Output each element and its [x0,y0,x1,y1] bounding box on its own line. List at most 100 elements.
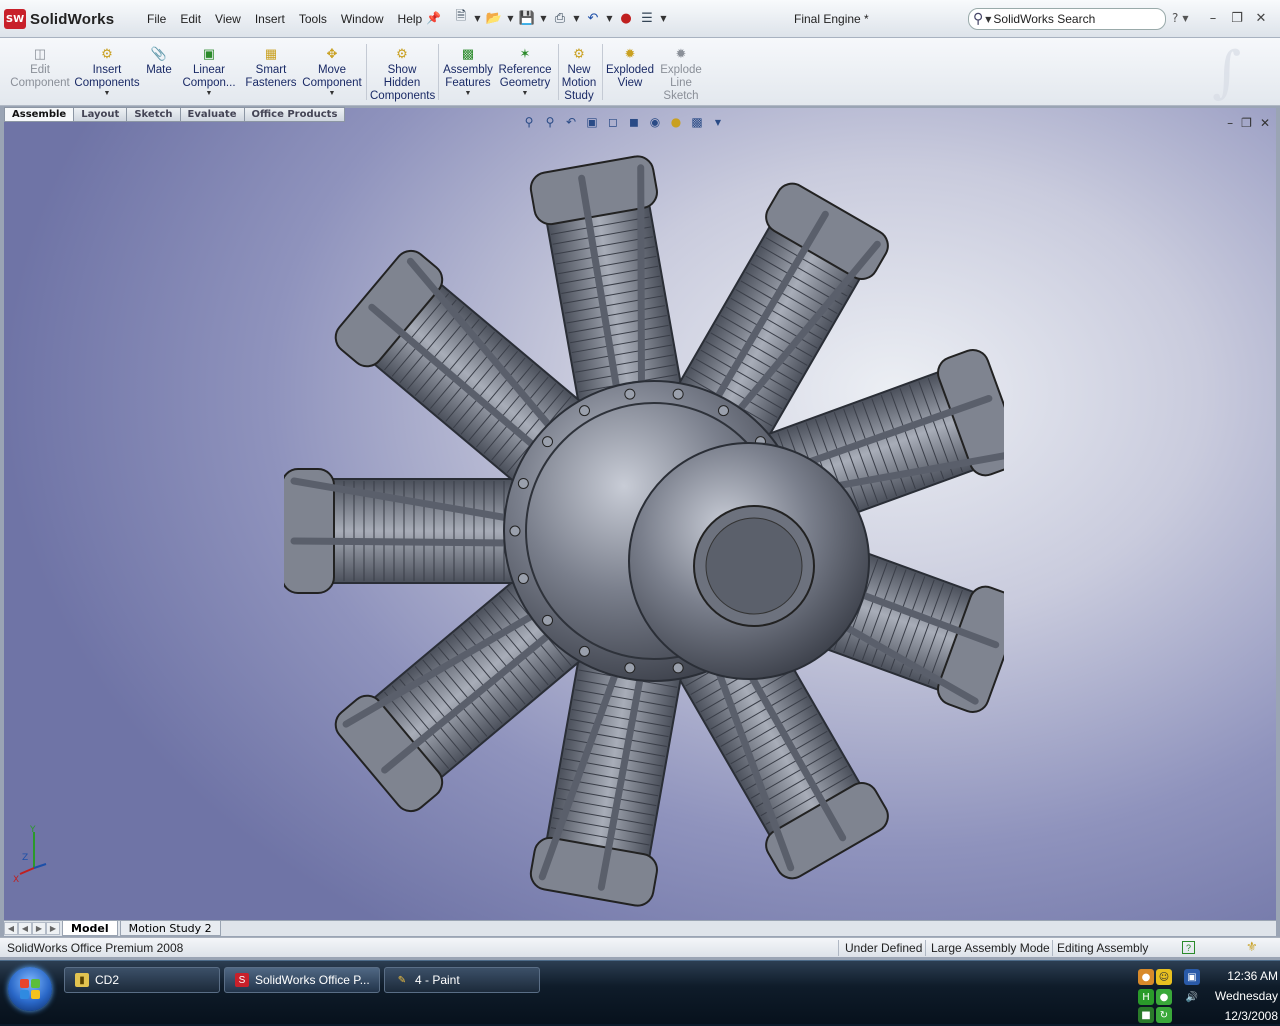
tab-model[interactable]: Model [62,921,118,936]
radial-engine-model[interactable] [284,136,1004,926]
window-controls: – ❐ ✕ [1204,9,1270,27]
search-dropdown-icon[interactable]: ▼ [985,15,991,24]
apply-scene-icon[interactable]: ▩ [688,114,706,130]
view-settings-dropdown-icon[interactable]: ▼ [709,114,727,130]
tab-assemble[interactable]: Assemble [4,107,75,122]
search-input[interactable] [993,12,1154,26]
save-icon[interactable]: 💾 [518,8,536,28]
show-hidden-icon: ⚙ [396,46,408,61]
new-motion-study-button[interactable]: ⚙ New Motion Study [560,46,598,103]
rebuild-tag-icon[interactable]: ⚜ [1246,939,1258,955]
open-folder-icon[interactable]: 📂 [485,8,503,28]
viewport-minimize-icon[interactable]: – [1227,116,1233,130]
clock[interactable]: 12:36 AM Wednesday 12/3/2008 [1200,966,1278,1026]
next-tab-arrow-icon[interactable]: ▶ [32,922,46,935]
section-view-icon[interactable]: ▣ [583,114,601,130]
menu-window[interactable]: Window [334,10,391,28]
mate-label: Mate [146,64,172,76]
command-manager: ◫ Edit Component ⚙ Insert Components ▼ 📎… [0,38,1280,106]
pin-menu-icon[interactable]: 📌 [426,11,441,25]
volume-icon[interactable]: 🔊 [1184,989,1200,1005]
insert-components-dropdown-icon[interactable]: ▼ [74,90,140,98]
edit-appearance-icon[interactable]: ● [667,114,685,130]
taskbar-item-solidworks[interactable]: S SolidWorks Office P... [224,967,380,993]
tray-green-icon[interactable]: ● [1156,989,1172,1005]
menu-view[interactable]: View [208,10,248,28]
taskbar-item-cd2[interactable]: ▮ CD2 [64,967,220,993]
zoom-to-area-icon[interactable]: ⚲ [541,114,559,130]
menu-help[interactable]: Help [391,10,430,28]
view-orientation-icon[interactable]: ◻ [604,114,622,130]
solidworks-logo[interactable]: SW SolidWorks [4,6,134,32]
tray-sync-icon[interactable]: ↻ [1156,1007,1172,1023]
explode-line-sketch-button[interactable]: ✹ Explode Line Sketch [658,46,704,103]
menu-tools[interactable]: Tools [292,10,334,28]
close-icon[interactable]: ✕ [1252,9,1270,27]
start-button[interactable] [8,967,52,1011]
tray-app-icon[interactable]: ● [1138,969,1154,985]
tab-office-products[interactable]: Office Products [244,107,346,122]
tray-smiley-icon[interactable]: ☺ [1156,969,1172,985]
tab-motion-study-2[interactable]: Motion Study 2 [119,921,221,936]
bolt [517,477,529,489]
separator [438,44,439,100]
hide-show-items-icon[interactable]: ◉ [646,114,664,130]
first-tab-arrow-icon[interactable]: ◀ [4,922,18,935]
rebuild-traffic-light-icon[interactable]: ● [617,8,635,28]
minimize-icon[interactable]: – [1204,9,1222,27]
save-dropdown-icon[interactable]: ▼ [539,8,548,28]
tab-sketch[interactable]: Sketch [127,107,181,122]
mate-button[interactable]: 📎 Mate [142,46,176,77]
bolt [672,388,684,400]
new-dropdown-icon[interactable]: ▼ [473,8,482,28]
prev-tab-arrow-icon[interactable]: ◀ [18,922,32,935]
restore-icon[interactable]: ❐ [1228,9,1246,27]
document-title: Final Engine * [794,12,869,26]
menu-edit[interactable]: Edit [173,10,208,28]
linear-component-pattern-button[interactable]: ▣ Linear Compon... ▼ [180,46,238,98]
previous-view-icon[interactable]: ↶ [562,114,580,130]
options-dropdown-icon[interactable]: ▼ [659,8,668,28]
tab-layout[interactable]: Layout [74,107,128,122]
assembly-features-dropdown-icon[interactable]: ▼ [440,90,496,98]
smart-fasteners-button[interactable]: ▦ Smart Fasteners [242,46,300,90]
search-icon[interactable]: ⚲ [973,11,983,27]
zoom-to-fit-icon[interactable]: ⚲ [520,114,538,130]
edit-component-button[interactable]: ◫ Edit Component [8,46,72,90]
new-document-icon[interactable]: 🗎 [452,8,470,28]
search-box[interactable]: ⚲ ▼ [968,8,1166,30]
last-tab-arrow-icon[interactable]: ▶ [46,922,60,935]
move-component-label: Move Component [302,64,362,89]
undo-dropdown-icon[interactable]: ▼ [605,8,614,28]
assembly-features-button[interactable]: ▩ Assembly Features ▼ [440,46,496,98]
menu-file[interactable]: File [140,10,173,28]
viewport-close-icon[interactable]: ✕ [1260,116,1270,130]
options-icon[interactable]: ☰ [638,8,656,28]
print-icon[interactable]: ⎙ [551,8,569,28]
exploded-view-button[interactable]: ✹ Exploded View [604,46,656,90]
command-manager-tabs: Assemble Layout Sketch Evaluate Office P… [4,107,346,123]
help-icon[interactable]: ? [1172,11,1178,25]
quick-tips-icon[interactable]: ? [1182,941,1195,954]
show-hidden-components-button[interactable]: ⚙ Show Hidden Components [370,46,435,103]
taskbar-item-paint[interactable]: ✎ 4 - Paint [384,967,540,993]
linear-component-dropdown-icon[interactable]: ▼ [180,90,238,98]
viewport-restore-icon[interactable]: ❐ [1241,116,1252,130]
insert-components-button[interactable]: ⚙ Insert Components ▼ [74,46,140,98]
reference-geometry-button[interactable]: ✶ Reference Geometry ▼ [496,46,554,98]
undo-icon[interactable]: ↶ [584,8,602,28]
tray-green-h-icon[interactable]: H [1138,989,1154,1005]
move-component-button[interactable]: ✥ Move Component ▼ [300,46,364,98]
display-style-icon[interactable]: ◼ [625,114,643,130]
tab-evaluate[interactable]: Evaluate [180,107,245,122]
network-icon[interactable]: ▣ [1184,969,1200,985]
bolt [579,645,590,657]
reference-geometry-dropdown-icon[interactable]: ▼ [496,90,554,98]
menu-insert[interactable]: Insert [248,10,292,28]
move-component-dropdown-icon[interactable]: ▼ [300,90,364,98]
print-dropdown-icon[interactable]: ▼ [572,8,581,28]
open-dropdown-icon[interactable]: ▼ [506,8,515,28]
help-dropdown-icon[interactable]: ▼ [1182,14,1188,25]
tray-shield-icon[interactable]: ■ [1138,1007,1154,1023]
graphics-area[interactable]: ⚲ ⚲ ↶ ▣ ◻ ◼ ◉ ● ▩ ▼ – ❐ ✕ Y Z X [4,108,1276,920]
